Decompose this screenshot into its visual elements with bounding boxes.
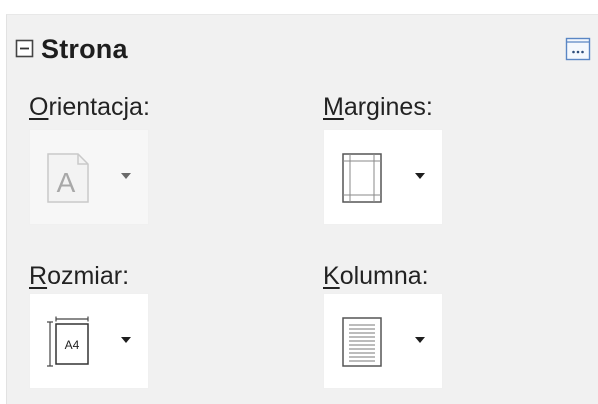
columns-dropdown-button[interactable] (323, 293, 443, 389)
panel-header: Strona (7, 15, 598, 77)
margins-label: Margines: (323, 93, 433, 121)
chevron-down-icon (415, 337, 425, 343)
size-dropdown-button[interactable]: A4 (29, 293, 149, 389)
margins-dropdown-button[interactable] (323, 129, 443, 225)
page-panel: Strona Orientacja: A Margines: Rozmiar: … (6, 14, 598, 404)
panel-title: Strona (41, 34, 128, 64)
orientation-icon: A (47, 153, 89, 203)
columns-label: Kolumna: (323, 262, 429, 290)
margins-icon (342, 153, 382, 203)
chevron-down-icon (121, 337, 131, 343)
size-label: Rozmiar: (29, 262, 130, 290)
chevron-down-icon (121, 173, 131, 179)
page-size-icon: A4 (47, 316, 89, 367)
chevron-down-icon (415, 173, 425, 179)
orientation-dropdown-button[interactable]: A (29, 129, 149, 225)
columns-icon (342, 317, 382, 367)
more-options-icon[interactable] (565, 37, 591, 61)
svg-text:A4: A4 (65, 338, 80, 352)
svg-text:A: A (57, 167, 76, 198)
orientation-label: Orientacja: (29, 93, 150, 121)
collapse-icon[interactable] (15, 39, 35, 59)
